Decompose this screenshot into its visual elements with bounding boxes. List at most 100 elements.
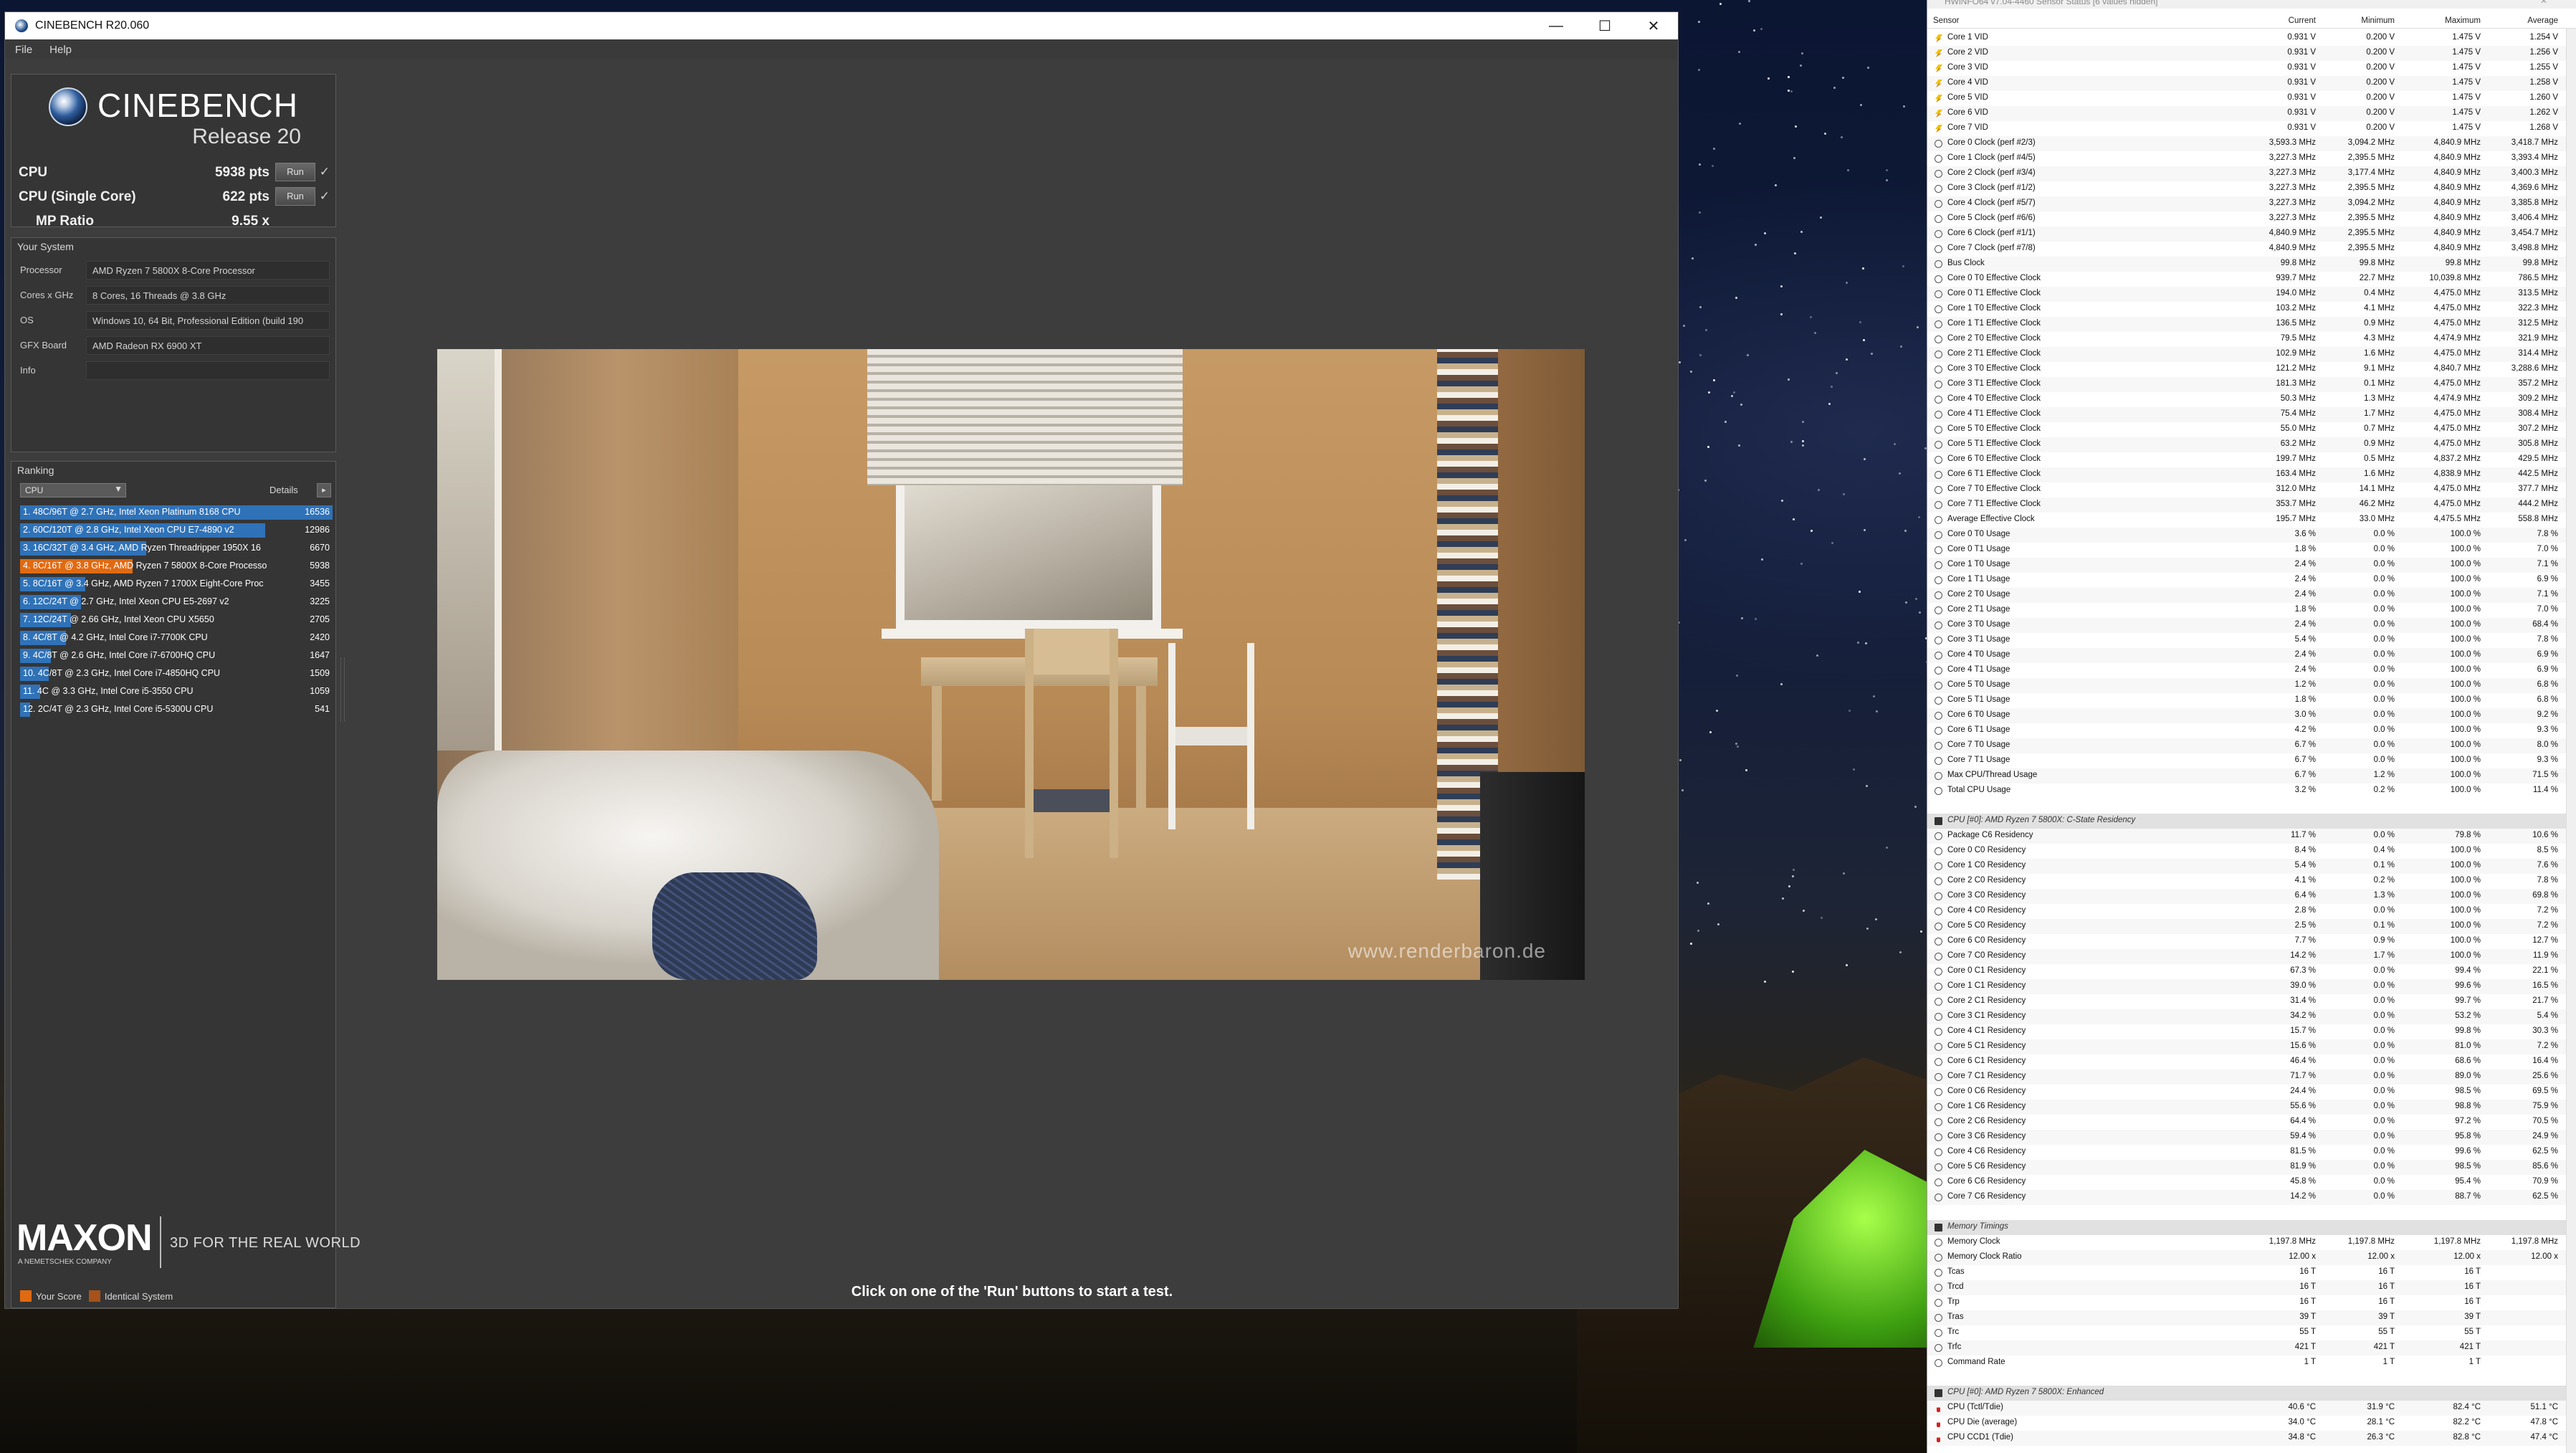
column-sensor[interactable]: Sensor	[1933, 16, 1959, 25]
scrollbar[interactable]	[2566, 29, 2576, 1453]
sensor-row[interactable]: Core 4 VID 0.931 V 0.200 V 1.475 V 1.258 V	[1927, 76, 2576, 91]
sensor-row[interactable]: Core 6 Clock (perf #1/1) 4,840.9 MHz 2,395…	[1927, 227, 2576, 242]
sensor-row[interactable]: Core 3 T1 Usage 5.4 % 0.0 % 100.0 % 7.8 %	[1927, 633, 2576, 648]
column-current[interactable]: Current	[2237, 16, 2316, 25]
ranking-row[interactable]: 9. 4C/8T @ 2.6 GHz, Intel Core i7-6700HQ…	[20, 648, 333, 664]
sensor-row[interactable]: Core 3 Clock (perf #1/2) 3,227.3 MHz 2,395…	[1927, 181, 2576, 196]
sensor-row[interactable]: Core 1 C0 Residency 5.4 % 0.1 % 100.0 % 7.6 …	[1927, 859, 2576, 874]
sensor-row[interactable]: Core 2 T1 Usage 1.8 % 0.0 % 100.0 % 7.0 %	[1927, 603, 2576, 618]
sensor-row[interactable]: Core 4 T1 Usage 2.4 % 0.0 % 100.0 % 6.9 %	[1927, 663, 2576, 678]
sensor-row[interactable]: Core 2 T0 Usage 2.4 % 0.0 % 100.0 % 7.1 %	[1927, 588, 2576, 603]
sensor-row[interactable]: Core 4 Clock (perf #5/7) 3,227.3 MHz 3,094…	[1927, 196, 2576, 211]
ranking-select[interactable]: CPU ▼	[20, 483, 126, 497]
ranking-row[interactable]: 8. 4C/8T @ 4.2 GHz, Intel Core i7-7700K …	[20, 630, 333, 646]
sensor-row[interactable]: Core 4 T0 Usage 2.4 % 0.0 % 100.0 % 6.9 %	[1927, 648, 2576, 663]
column-minimum[interactable]: Minimum	[2316, 16, 2395, 25]
sensor-row[interactable]: Core 4 C0 Residency 2.8 % 0.0 % 100.0 % 7.2 …	[1927, 904, 2576, 919]
sensor-row[interactable]: Core 5 Clock (perf #6/6) 3,227.3 MHz 2,395…	[1927, 211, 2576, 227]
sensor-row[interactable]: Core 4 C6 Residency 81.5 % 0.0 % 99.6 % 62.5…	[1927, 1145, 2576, 1160]
sensor-row[interactable]: Core 5 VID 0.931 V 0.200 V 1.475 V 1.260 V	[1927, 91, 2576, 106]
run-single-core-button[interactable]: Run	[275, 187, 315, 206]
ranking-row[interactable]: 4. 8C/16T @ 3.8 GHz, AMD Ryzen 7 5800X 8…	[20, 558, 333, 574]
sensor-row[interactable]: Core 0 C0 Residency 8.4 % 0.4 % 100.0 % 8.5 …	[1927, 844, 2576, 859]
column-maximum[interactable]: Maximum	[2402, 16, 2481, 25]
cinebench-titlebar[interactable]: CINEBENCH R20.060 — ☐ ✕	[5, 12, 1678, 39]
sensor-row[interactable]: Core 7 T0 Usage 6.7 % 0.0 % 100.0 % 8.0 %	[1927, 738, 2576, 753]
sensor-row[interactable]: Core 5 T1 Usage 1.8 % 0.0 % 100.0 % 6.8 %	[1927, 693, 2576, 708]
sensor-row[interactable]: Core 2 T1 Effective Clock 102.9 MHz 1.6 MH…	[1927, 347, 2576, 362]
sensor-row[interactable]: Core 3 T0 Usage 2.4 % 0.0 % 100.0 % 68.4 %	[1927, 618, 2576, 633]
sensor-group-header[interactable]: Memory Timings	[1927, 1220, 2576, 1235]
sensor-row[interactable]: Core 6 T0 Effective Clock 199.7 MHz 0.5 MH…	[1927, 452, 2576, 467]
close-icon[interactable]: ✕	[1629, 12, 1678, 39]
sensor-row[interactable]: Core 2 VID 0.931 V 0.200 V 1.475 V 1.256 V	[1927, 46, 2576, 61]
sensor-row[interactable]: Core 7 T1 Usage 6.7 % 0.0 % 100.0 % 9.3 %	[1927, 753, 2576, 768]
sensor-row[interactable]: Core 5 T0 Effective Clock 55.0 MHz 0.7 MHz…	[1927, 422, 2576, 437]
sensor-row[interactable]: Core 2 Clock (perf #3/4) 3,227.3 MHz 3,177…	[1927, 166, 2576, 181]
ranking-row[interactable]: 12. 2C/4T @ 2.3 GHz, Intel Core i5-5300U…	[20, 702, 333, 718]
hwinfo-titlebar[interactable]: HWiNFO64 v7.04-4460 Sensor Status [6 val…	[1927, 0, 2576, 9]
sensor-row[interactable]: Core 3 C1 Residency 34.2 % 0.0 % 53.2 % 5.4 …	[1927, 1009, 2576, 1024]
sensor-row[interactable]: Core 7 VID 0.931 V 0.200 V 1.475 V 1.268 V	[1927, 121, 2576, 136]
sensor-row[interactable]: Command Rate 1 T 1 T 1 T	[1927, 1356, 2576, 1371]
sensor-row[interactable]: Package C6 Residency 11.7 % 0.0 % 79.8 % 10.…	[1927, 829, 2576, 844]
sensor-row[interactable]: Core 1 T1 Effective Clock 136.5 MHz 0.9 MH…	[1927, 317, 2576, 332]
sensor-row[interactable]: Core 1 C6 Residency 55.6 % 0.0 % 98.8 % 75.9…	[1927, 1100, 2576, 1115]
sensor-row[interactable]: Trp 16 T 16 T 16 T	[1927, 1295, 2576, 1310]
sensor-row[interactable]: Max CPU/Thread Usage 6.7 % 1.2 % 100.0 % 71.…	[1927, 768, 2576, 783]
sensor-row[interactable]: Core 1 T0 Effective Clock 103.2 MHz 4.1 MH…	[1927, 302, 2576, 317]
sensor-row[interactable]: Core 2 C6 Residency 64.4 % 0.0 % 97.2 % 70.5…	[1927, 1115, 2576, 1130]
ranking-row[interactable]: 5. 8C/16T @ 3.4 GHz, AMD Ryzen 7 1700X E…	[20, 576, 333, 592]
run-cpu-button[interactable]: Run	[275, 163, 315, 181]
sensor-row[interactable]: Memory Clock Ratio 12.00 x 12.00 x 12.00 x 1…	[1927, 1250, 2576, 1265]
sensor-row[interactable]: Core 7 T1 Effective Clock 353.7 MHz 46.2 M…	[1927, 497, 2576, 513]
sensor-row[interactable]: Total CPU Usage 3.2 % 0.2 % 100.0 % 11.4 %	[1927, 783, 2576, 799]
sensor-row[interactable]: Core 6 T0 Usage 3.0 % 0.0 % 100.0 % 9.2 %	[1927, 708, 2576, 723]
sensor-row[interactable]: Core 3 VID 0.931 V 0.200 V 1.475 V 1.255 V	[1927, 61, 2576, 76]
sensor-row[interactable]: Core 7 C1 Residency 71.7 % 0.0 % 89.0 % 25.6…	[1927, 1069, 2576, 1085]
ranking-details-label[interactable]: Details	[269, 485, 298, 495]
sensor-row[interactable]: Core 0 T0 Usage 3.6 % 0.0 % 100.0 % 7.8 %	[1927, 528, 2576, 543]
sensor-row[interactable]: Core 7 T0 Effective Clock 312.0 MHz 14.1 M…	[1927, 482, 2576, 497]
sensor-row[interactable]: Core 1 Clock (perf #4/5) 3,227.3 MHz 2,395…	[1927, 151, 2576, 166]
sensor-row[interactable]: Core 0 T0 Effective Clock 939.7 MHz 22.7 M…	[1927, 272, 2576, 287]
sensor-row[interactable]: Core 1 C1 Residency 39.0 % 0.0 % 99.6 % 16.5…	[1927, 979, 2576, 994]
sensor-row[interactable]: Core 5 T0 Usage 1.2 % 0.0 % 100.0 % 6.8 %	[1927, 678, 2576, 693]
sensor-row[interactable]: Core 6 C6 Residency 45.8 % 0.0 % 95.4 % 70.9…	[1927, 1175, 2576, 1190]
sensor-row[interactable]: Core 1 T0 Usage 2.4 % 0.0 % 100.0 % 7.1 %	[1927, 558, 2576, 573]
panel-splitter[interactable]	[340, 657, 345, 722]
sensor-row[interactable]: Trc 55 T 55 T 55 T	[1927, 1325, 2576, 1340]
sensor-row[interactable]: Core 2 C1 Residency 31.4 % 0.0 % 99.7 % 21.7…	[1927, 994, 2576, 1009]
ranking-row[interactable]: 2. 60C/120T @ 2.8 GHz, Intel Xeon CPU E7…	[20, 523, 333, 538]
sensor-row[interactable]: CPU Die (average) 34.0 °C 28.1 °C 82.2 °C 47…	[1927, 1416, 2576, 1431]
menu-help[interactable]: Help	[49, 44, 72, 56]
sensor-row[interactable]: Core 7 C0 Residency 14.2 % 1.7 % 100.0 % 11.…	[1927, 949, 2576, 964]
ranking-row[interactable]: 10. 4C/8T @ 2.3 GHz, Intel Core i7-4850H…	[20, 666, 333, 682]
sensor-row[interactable]: Core 6 C1 Residency 46.4 % 0.0 % 68.6 % 16.4…	[1927, 1054, 2576, 1069]
sensor-row[interactable]: Core 5 T1 Effective Clock 63.2 MHz 0.9 MHz…	[1927, 437, 2576, 452]
sensor-row[interactable]: Core 1 VID 0.931 V 0.200 V 1.475 V 1.254 V	[1927, 31, 2576, 46]
sensor-row[interactable]: Average Effective Clock 195.7 MHz 33.0 MHz…	[1927, 513, 2576, 528]
sensor-group-header[interactable]: CPU [#0]: AMD Ryzen 7 5800X: Enhanced	[1927, 1386, 2576, 1401]
sensor-row[interactable]: Core 5 C6 Residency 81.9 % 0.0 % 98.5 % 85.6…	[1927, 1160, 2576, 1175]
sensor-row[interactable]: Core 1 T1 Usage 2.4 % 0.0 % 100.0 % 6.9 %	[1927, 573, 2576, 588]
sensor-row[interactable]: Bus Clock 99.8 MHz 99.8 MHz 99.8 MHz 99.8 MH…	[1927, 257, 2576, 272]
close-icon[interactable]: ✕	[2540, 0, 2547, 6]
sensor-row[interactable]: Core 6 T1 Effective Clock 163.4 MHz 1.6 MH…	[1927, 467, 2576, 482]
ranking-row[interactable]: 1. 48C/96T @ 2.7 GHz, Intel Xeon Platinu…	[20, 505, 333, 520]
ranking-row[interactable]: 6. 12C/24T @ 2.7 GHz, Intel Xeon CPU E5-…	[20, 594, 333, 610]
info-field[interactable]	[86, 361, 330, 380]
column-average[interactable]: Average	[2479, 16, 2558, 25]
sensor-row[interactable]: Core 3 C0 Residency 6.4 % 1.3 % 100.0 % 69.8…	[1927, 889, 2576, 904]
sensor-row[interactable]: Core 3 C6 Residency 59.4 % 0.0 % 95.8 % 24.9…	[1927, 1130, 2576, 1145]
sensor-row[interactable]: Tcas 16 T 16 T 16 T	[1927, 1265, 2576, 1280]
sensor-row[interactable]: Core 2 C0 Residency 4.1 % 0.2 % 100.0 % 7.8 …	[1927, 874, 2576, 889]
minimize-icon[interactable]: —	[1532, 12, 1580, 39]
sensor-row[interactable]: Memory Clock 1,197.8 MHz 1,197.8 MHz 1,197.…	[1927, 1235, 2576, 1250]
sensor-row[interactable]: Core 0 T1 Effective Clock 194.0 MHz 0.4 MH…	[1927, 287, 2576, 302]
sensor-row[interactable]: Core 4 T1 Effective Clock 75.4 MHz 1.7 MHz…	[1927, 407, 2576, 422]
sensor-row[interactable]: Core 6 VID 0.931 V 0.200 V 1.475 V 1.262 V	[1927, 106, 2576, 121]
sensor-row[interactable]: Core 6 T1 Usage 4.2 % 0.0 % 100.0 % 9.3 %	[1927, 723, 2576, 738]
maximize-icon[interactable]: ☐	[1580, 12, 1629, 39]
sensor-row[interactable]: Tras 39 T 39 T 39 T	[1927, 1310, 2576, 1325]
